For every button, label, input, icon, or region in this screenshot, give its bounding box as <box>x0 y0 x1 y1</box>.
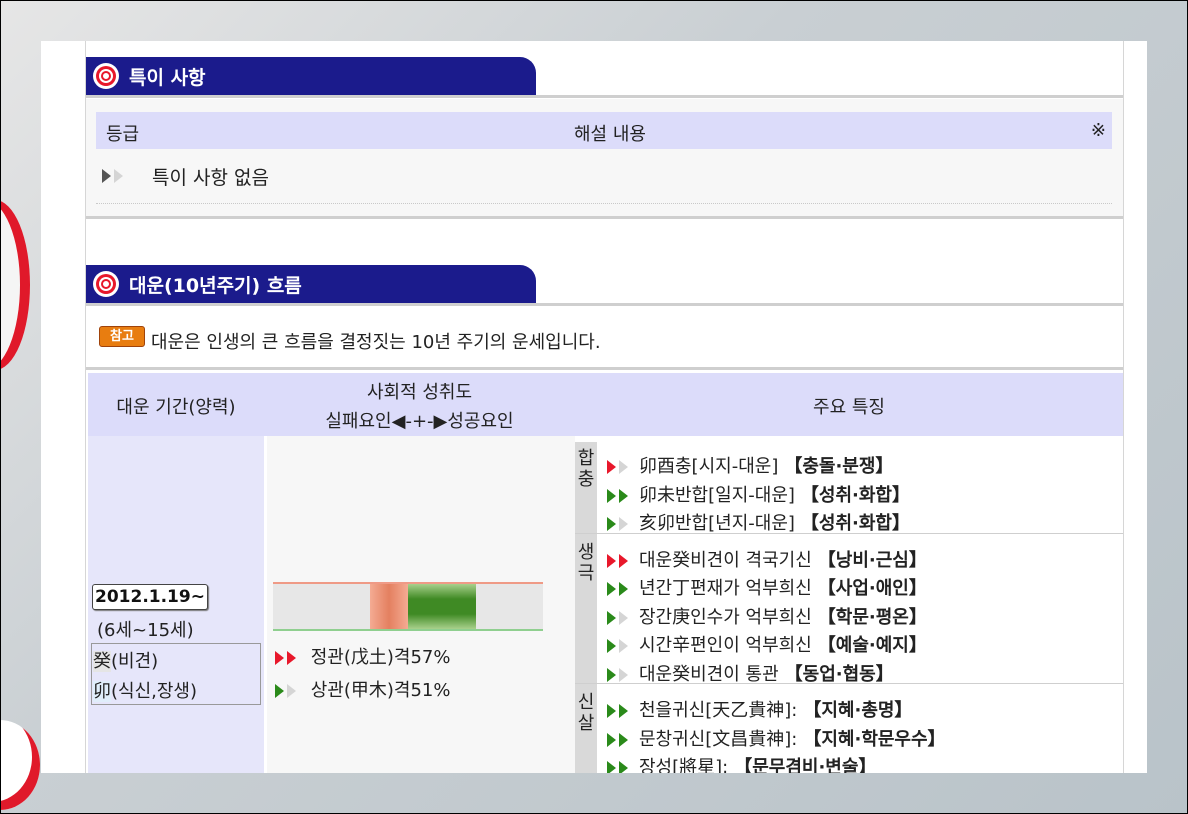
feature-tag: 【지혜·총명】 <box>803 700 913 721</box>
report-content: 특이 사항 등급 해설 내용 ※ 특이 사항 없음 대운(10년주기) 흐름 참… <box>85 41 1124 773</box>
feature-text: 卯酉충[시지-대운] <box>639 456 779 477</box>
double-chevron-icon <box>607 460 637 474</box>
failure-factor-bar <box>370 584 408 629</box>
reference-badge: 참고 <box>99 326 145 347</box>
special-notes-text: 특이 사항 없음 <box>152 167 269 189</box>
grade-column-header: 등급 <box>106 124 140 145</box>
period-cell: 2012.1.19~ (6세~15세) 癸(비견) 卯(식신,장생) <box>88 436 264 773</box>
section-title: 대운(10년주기) 흐름 <box>129 274 302 297</box>
note-mark: ※ <box>1090 120 1106 141</box>
feature-text: 천을귀신[天乙貴神]: <box>639 700 798 721</box>
feature-tag: 【성취·화합】 <box>800 484 910 506</box>
feature-item: 문창귀신[文昌貴神]: 【지혜·학문우수】 <box>607 725 946 751</box>
period-date: 2012.1.19~ <box>92 584 208 610</box>
gyuk-text: 정관(戊土)격57% <box>310 647 451 668</box>
double-chevron-icon <box>275 651 305 665</box>
period-age: (6세~15세) <box>97 620 194 641</box>
target-icon <box>93 271 119 297</box>
feature-tag: 【학문·평온】 <box>817 606 927 628</box>
feature-text: 시간辛편인이 억부희신 <box>639 635 812 656</box>
achievement-column-header: 사회적 성취도 실패요인◀-+-▶성공요인 <box>264 373 575 436</box>
feature-group-divider <box>575 532 1123 534</box>
feature-item: 천을귀신[天乙貴神]: 【지혜·총명】 <box>607 696 912 722</box>
feature-text: 장간庚인수가 억부희신 <box>639 606 812 628</box>
achievement-bar <box>273 582 543 631</box>
feature-group-divider <box>575 683 1123 684</box>
feature-item: 장성[將星]: 【문무겸비·변술】 <box>607 753 876 773</box>
feature-tag: 【문무겸비·변술】 <box>734 757 877 773</box>
feature-tag: 【동업·협동】 <box>784 663 894 685</box>
feature-tag: 【예술·예지】 <box>817 635 927 656</box>
double-chevron-icon <box>102 169 132 183</box>
feature-item: 장간庚인수가 억부희신 【학문·평온】 <box>607 603 927 629</box>
feature-text: 장성[將星]: <box>639 757 729 773</box>
feature-tag: 【지혜·학문우수】 <box>803 728 946 750</box>
achievement-header-line2: 실패요인◀-+-▶성공요인 <box>325 411 514 432</box>
period-header-text: 대운 기간(양력) <box>116 397 236 418</box>
special-notes-header: 등급 해설 내용 ※ <box>96 112 1112 149</box>
feature-text: 문창귀신[文昌貴神]: <box>639 728 798 750</box>
feature-item: 시간辛편인이 억부희신 【예술·예지】 <box>607 631 927 657</box>
section-tab: 대운(10년주기) 흐름 <box>86 265 536 303</box>
double-chevron-icon <box>607 639 637 653</box>
gyuk-item: 상관(甲木)격51% <box>275 676 450 702</box>
note-box: 참고 대운은 인생의 큰 흐름을 결정짓는 10년 주기의 운세입니다. <box>86 308 1123 370</box>
gyuk-item: 정관(戊土)격57% <box>275 643 450 669</box>
target-icon <box>93 63 119 89</box>
gyuk-text: 상관(甲木)격51% <box>310 680 451 701</box>
double-chevron-icon <box>607 517 637 531</box>
content-column-header: 해설 내용 <box>574 124 646 145</box>
double-chevron-icon <box>275 684 305 698</box>
section-header-daeun: 대운(10년주기) 흐름 <box>86 265 1123 306</box>
section-header-special: 특이 사항 <box>86 57 1123 98</box>
feature-tag: 【사업·애인】 <box>817 578 927 599</box>
feature-item: 卯酉충[시지-대운] 【충돌·분쟁】 <box>607 452 893 478</box>
background-decoration <box>0 200 30 370</box>
feature-tag: 【낭비·근심】 <box>817 549 927 571</box>
features-column-header: 주요 특징 <box>575 373 1123 436</box>
section-title: 특이 사항 <box>129 66 206 89</box>
double-chevron-icon <box>607 704 637 718</box>
features-cell: 합충 卯酉충[시지-대운] 【충돌·분쟁】 卯未반합[일지-대운] 【성취·화합】 亥卯반… <box>575 436 1123 773</box>
achievement-header-line1: 사회적 성취도 <box>366 382 473 403</box>
double-chevron-icon <box>607 732 637 747</box>
double-chevron-icon <box>607 582 637 596</box>
ganzhi-stem: 癸(비견) <box>93 651 159 672</box>
feature-category: 신살 <box>575 686 597 773</box>
feature-tag: 【충돌·분쟁】 <box>784 456 894 477</box>
feature-text: 대운癸비견이 통관 <box>639 663 779 685</box>
special-notes-row: 특이 사항 없음 <box>96 159 1112 204</box>
feature-text: 대운癸비견이 격국기신 <box>639 549 812 571</box>
feature-tag: 【성취·화합】 <box>800 513 910 534</box>
section-tab: 특이 사항 <box>86 57 536 95</box>
period-column-header: 대운 기간(양력) <box>88 373 264 436</box>
double-chevron-icon <box>607 667 637 682</box>
double-chevron-icon <box>607 610 637 625</box>
reference-text: 대운은 인생의 큰 흐름을 결정짓는 10년 주기의 운세입니다. <box>151 332 601 353</box>
feature-category: 생극 <box>575 535 597 688</box>
achievement-cell: 정관(戊土)격57% 상관(甲木)격51% <box>267 436 575 773</box>
features-header-text: 주요 특징 <box>813 397 885 418</box>
feature-category: 합충 <box>575 442 597 538</box>
feature-item: 년간丁편재가 억부희신 【사업·애인】 <box>607 574 927 600</box>
feature-item: 卯未반합[일지-대운] 【성취·화합】 <box>607 481 910 507</box>
ganzhi-branch: 卯(식신,장생) <box>93 681 198 702</box>
feature-item: 대운癸비견이 통관 【동업·협동】 <box>607 660 894 686</box>
feature-item: 대운癸비견이 격국기신 【낭비·근심】 <box>607 546 927 572</box>
double-chevron-icon <box>607 761 637 773</box>
report-page: 특이 사항 등급 해설 내용 ※ 특이 사항 없음 대운(10년주기) 흐름 참… <box>41 41 1147 773</box>
special-notes-box: 등급 해설 내용 ※ 특이 사항 없음 <box>86 99 1123 219</box>
feature-item: 亥卯반합[년지-대운] 【성취·화합】 <box>607 509 910 535</box>
double-chevron-icon <box>607 553 637 568</box>
feature-text: 년간丁편재가 억부희신 <box>639 578 812 599</box>
double-chevron-icon <box>607 488 637 503</box>
success-factor-bar <box>408 584 476 629</box>
feature-text: 卯未반합[일지-대운] <box>639 484 795 506</box>
feature-text: 亥卯반합[년지-대운] <box>639 513 795 534</box>
daeun-table: 대운 기간(양력) 사회적 성취도 실패요인◀-+-▶성공요인 주요 특징 20… <box>88 373 1123 773</box>
background-decoration <box>0 720 40 810</box>
ganzhi-box: 癸(비견) 卯(식신,장생) <box>91 643 261 705</box>
